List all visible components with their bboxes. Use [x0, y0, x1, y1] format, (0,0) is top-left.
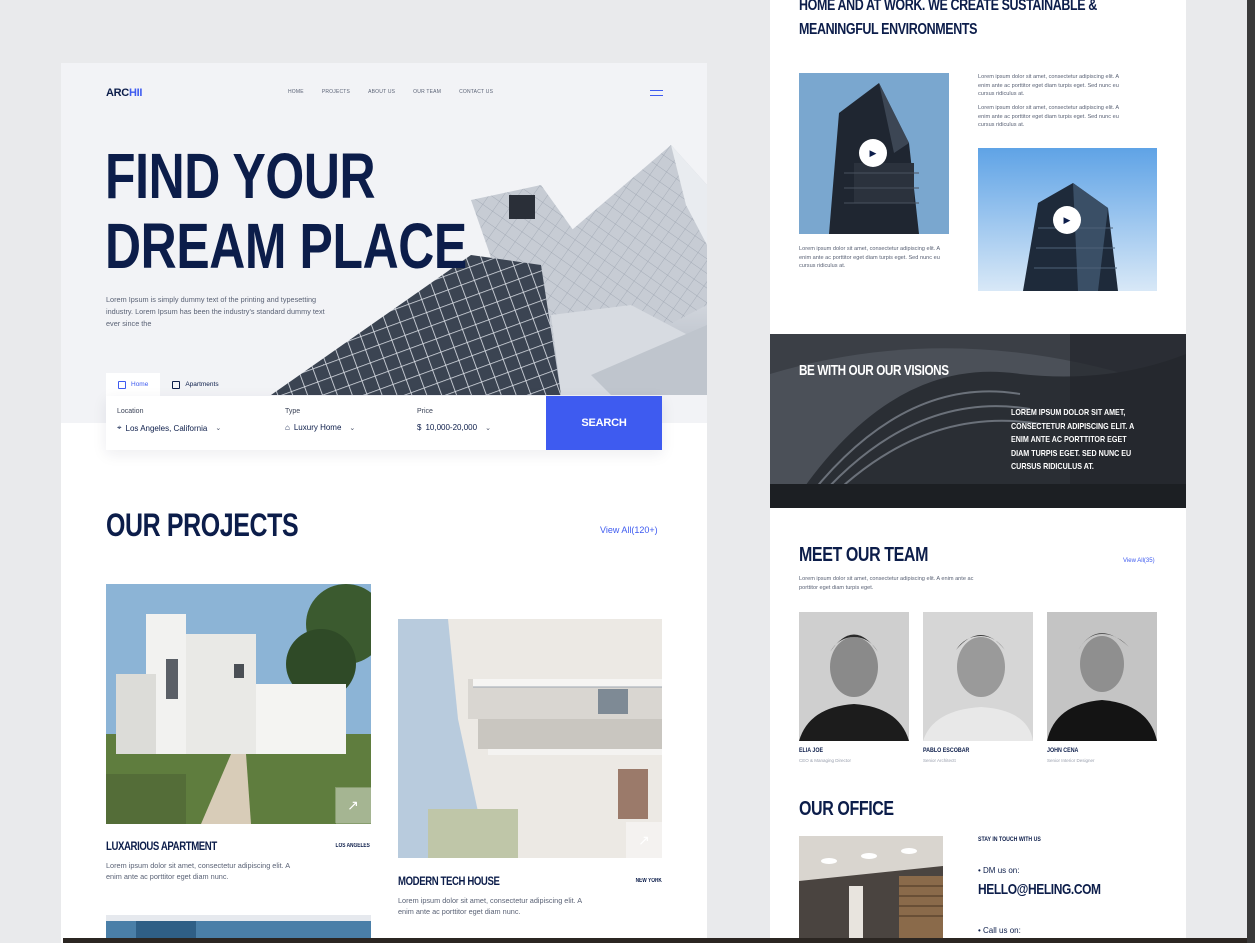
modern-building-image [398, 619, 662, 858]
portrait-image [1047, 612, 1157, 741]
project-image-modern-tech-house[interactable] [398, 619, 662, 858]
search-button[interactable]: SEARCH [546, 396, 662, 450]
member-photo-john-cena[interactable] [1047, 612, 1157, 741]
member-photo-elia-joe[interactable] [799, 612, 909, 741]
nav-contact-us[interactable]: CONTACT US [459, 89, 493, 95]
about-heading-line2: MEANINGFUL ENVIRONMENTS [799, 21, 978, 38]
project-image-luxarious-apartment[interactable] [106, 584, 371, 824]
call-label: • Call us on: [978, 926, 1021, 935]
project-title: LUXARIOUS APARTMENT [106, 839, 217, 853]
open-project-arrow-icon[interactable]: ↗ [335, 787, 371, 823]
location-value: Los Angeles, California [125, 423, 208, 433]
about-heading: HOME AND AT WORK. WE CREATE SUSTAINABLE … [799, 0, 1097, 42]
price-label: Price [417, 408, 433, 415]
member-role: Senior Interior Designer [1047, 758, 1095, 763]
search-bar: Location ⌖ Los Angeles, California ⌄ Type … [106, 396, 662, 450]
play-icon[interactable]: ▶ [1053, 206, 1081, 234]
type-value: Luxury Home [293, 423, 342, 432]
nav-projects[interactable]: PROJECTS [322, 89, 350, 95]
search-tabs: Home Apartments [106, 373, 231, 396]
visions-title: BE WITH OUR OUR VISIONS [799, 362, 949, 379]
project-city: NEW YORK [635, 878, 662, 884]
office-title: OUR OFFICE [799, 798, 894, 820]
portrait-image [799, 612, 909, 741]
video-caption: Lorem ipsum dolor sit amet, consectetur … [799, 246, 940, 270]
office-image [799, 836, 943, 943]
member-photo-pablo-escobar[interactable] [923, 612, 1033, 741]
member-name: ELIA JOE [799, 747, 824, 754]
nav-home[interactable]: HOME [288, 89, 304, 95]
tab-home-label: Home [131, 381, 149, 388]
visions-text: LOREM IPSUM DOLOR SIT AMET, CONSECTETUR … [1011, 407, 1134, 471]
building-icon [172, 380, 181, 389]
team-title: MEET OUR TEAM [799, 544, 929, 566]
logo-text: ARC [106, 87, 129, 99]
location-pin-icon: ⌖ [117, 423, 122, 432]
project-description: Lorem ipsum dolor sit amet, consectetur … [106, 861, 290, 881]
play-icon[interactable]: ▶ [859, 139, 887, 167]
stay-in-touch-label: STAY IN TOUCH WITH US [978, 836, 1041, 843]
project-title: MODERN TECH HOUSE [398, 874, 500, 888]
member-role: Senior Architectt [923, 758, 956, 763]
about-paragraph-2: Lorem ipsum dolor sit amet, consectetur … [978, 105, 1119, 129]
type-label: Type [285, 408, 301, 415]
view-all-projects-link[interactable]: View All(120+) [600, 525, 658, 535]
bottom-edge [63, 938, 1247, 943]
price-field[interactable]: Price $10,000-20,000 ⌄ [417, 408, 491, 432]
hero-title-line1: FIND YOUR [105, 140, 376, 212]
project-city: LOS ANGELES [335, 843, 370, 849]
tab-apartments-label: Apartments [185, 381, 219, 388]
portrait-image [923, 612, 1033, 741]
visions-banner: BE WITH OUR OUR VISIONS LOREM IPSUM DOLO… [770, 334, 1186, 508]
team-description: Lorem ipsum dolor sit amet, consectetur … [799, 576, 974, 591]
open-project-arrow-icon[interactable]: ↗ [626, 822, 662, 858]
view-all-team-link[interactable]: View All(35) [1123, 558, 1155, 564]
member-name: PABLO ESCOBAR [923, 747, 970, 754]
dollar-icon: $ [417, 423, 422, 432]
landing-page-right: HOME AND AT WORK. WE CREATE SUSTAINABLE … [770, 0, 1186, 943]
location-label: Location [117, 408, 144, 415]
member-name: JOHN CENA [1047, 747, 1079, 754]
price-value: 10,000-20,000 [425, 423, 478, 432]
dm-label: • DM us on: [978, 866, 1020, 875]
main-nav: HOME PROJECTS ABOUT US OUR TEAM CONTACT … [288, 89, 493, 95]
tab-apartments[interactable]: Apartments [160, 373, 231, 396]
hamburger-menu-icon[interactable] [650, 90, 663, 96]
chevron-down-icon: ⌄ [215, 425, 222, 432]
chevron-down-icon: ⌄ [349, 424, 356, 432]
hero-title-line2: DREAM PLACE [105, 210, 467, 282]
white-house-image [106, 584, 371, 824]
location-field[interactable]: Location ⌖ Los Angeles, California ⌄ [117, 408, 221, 433]
about-paragraph-1: Lorem ipsum dolor sit amet, consectetur … [978, 74, 1119, 98]
logo[interactable]: ARCHII [106, 87, 142, 99]
office-interior-image [799, 836, 943, 943]
chevron-down-icon: ⌄ [485, 424, 491, 432]
about-heading-line1: HOME AND AT WORK. WE CREATE SUSTAINABLE … [799, 0, 1097, 14]
hero-description: Lorem Ipsum is simply dummy text of the … [106, 295, 325, 328]
tab-home[interactable]: Home [106, 373, 161, 396]
nav-about-us[interactable]: ABOUT US [368, 89, 395, 95]
contact-email-link[interactable]: HELLO@HELING.COM [978, 881, 1101, 898]
house-icon [118, 380, 126, 389]
landing-page-left: ARCHII HOME PROJECTS ABOUT US OUR TEAM C… [61, 63, 707, 943]
member-role: CEO & Managing Director [799, 758, 852, 763]
logo-accent: HII [128, 87, 143, 99]
project-description: Lorem ipsum dolor sit amet, consectetur … [398, 896, 582, 916]
nav-our-team[interactable]: OUR TEAM [413, 89, 441, 95]
house-icon: ⌂ [285, 423, 290, 432]
type-field[interactable]: Type ⌂ Luxury Home ⌄ [285, 408, 355, 432]
scrollbar[interactable] [1247, 0, 1255, 943]
hero-title: FIND YOUR DREAM PLACE [105, 141, 467, 281]
projects-title: OUR PROJECTS [106, 507, 299, 543]
